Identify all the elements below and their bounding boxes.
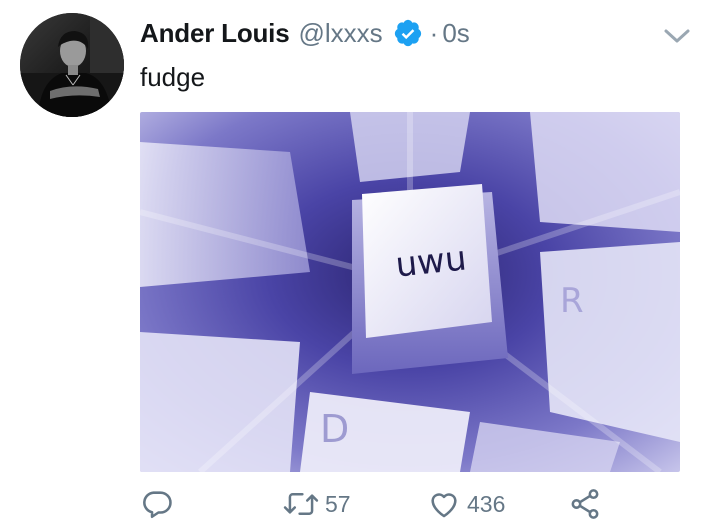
reply-icon [143, 491, 172, 519]
retweet-icon [283, 493, 319, 515]
retweet-button[interactable]: 57 [283, 484, 351, 524]
key-label-uwu: uwu [394, 238, 469, 285]
tweet-image[interactable]: uwu D R [140, 112, 680, 472]
tweet-header: Ander Louis @lxxxs · 0s [140, 15, 470, 51]
caret-down-icon[interactable] [662, 26, 692, 46]
keyboard-image: uwu D R [140, 112, 680, 472]
like-icon [431, 493, 457, 518]
like-count: 436 [467, 490, 506, 517]
key-label-r: R [560, 281, 584, 321]
share-button[interactable] [568, 484, 602, 524]
key-label-d: D [320, 407, 349, 451]
tweet-text: fudge [140, 62, 206, 92]
timestamp[interactable]: 0s [442, 18, 469, 49]
verified-badge-icon [393, 18, 423, 48]
avatar[interactable] [20, 13, 124, 117]
separator-dot: · [429, 17, 439, 48]
avatar-photo [20, 13, 124, 117]
tweet-actions: 57 436 [140, 484, 700, 524]
retweet-count: 57 [325, 490, 351, 517]
author-handle[interactable]: @lxxxs [298, 18, 382, 49]
share-icon [571, 489, 599, 519]
tweet-card[interactable]: Ander Louis @lxxxs · 0s fudge uwu D R 57… [0, 0, 720, 532]
reply-button[interactable] [140, 484, 174, 524]
like-button[interactable]: 436 [427, 484, 505, 524]
author-name[interactable]: Ander Louis [140, 18, 290, 49]
